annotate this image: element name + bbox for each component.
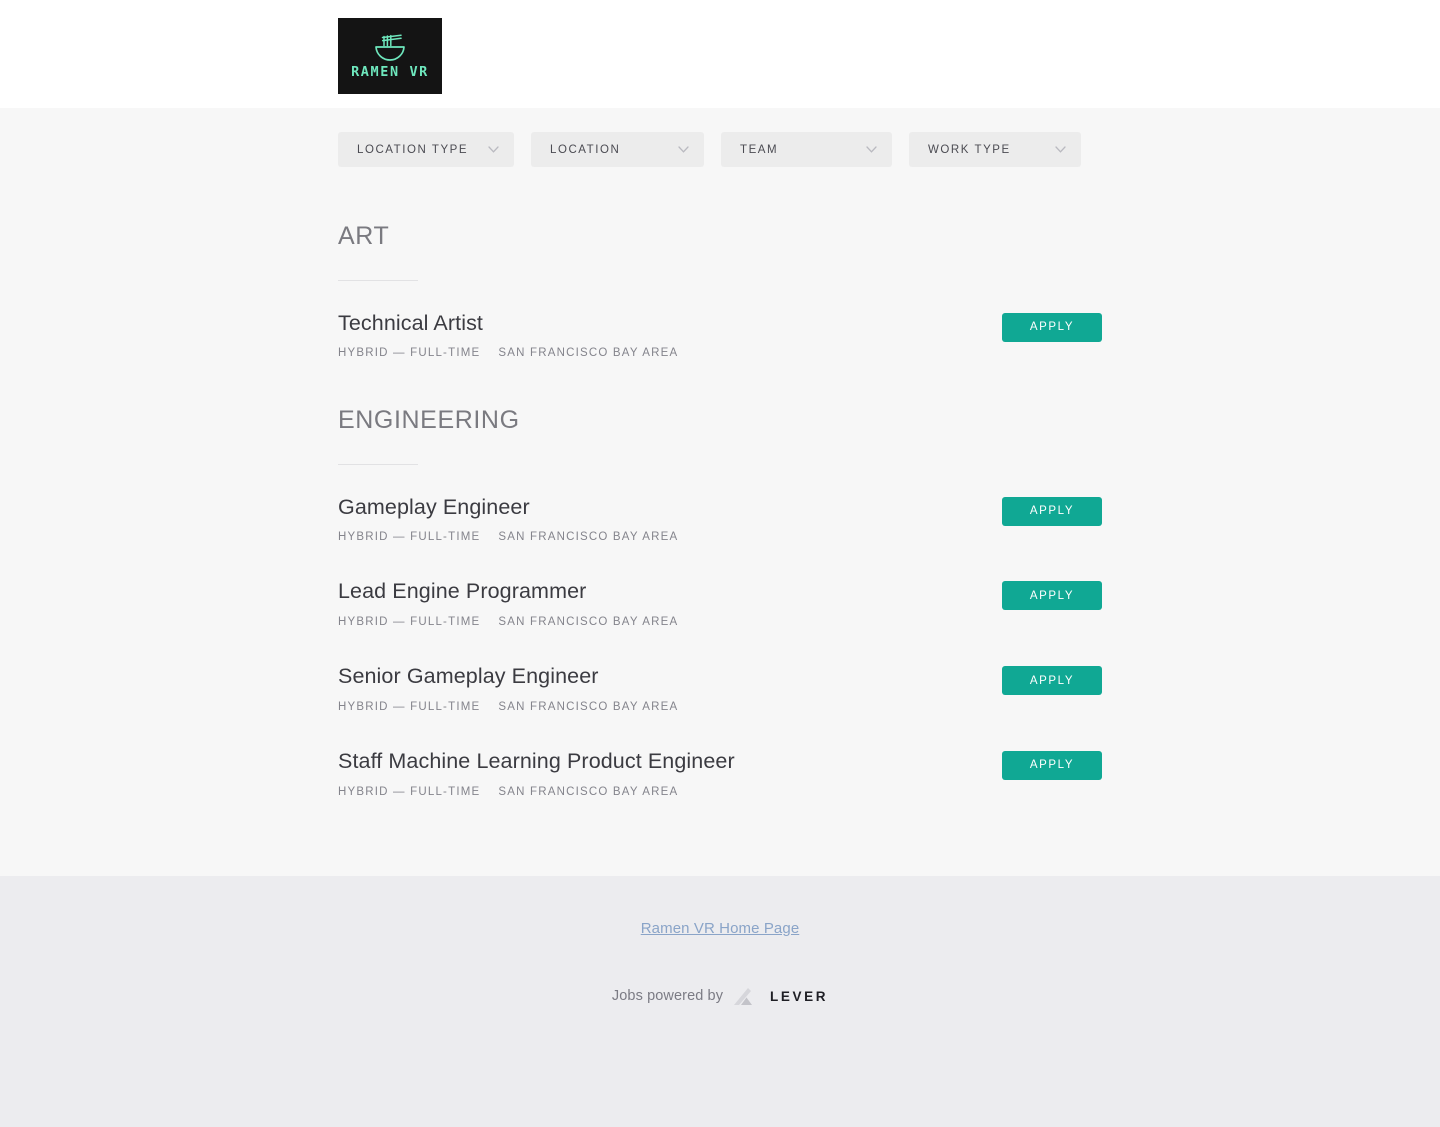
job-location: SAN FRANCISCO BAY AREA (498, 616, 679, 629)
filter-location[interactable]: LOCATION (531, 132, 704, 167)
job-title[interactable]: Senior Gameplay Engineer (338, 664, 678, 689)
ramen-vr-logo[interactable]: RAMEN VR (338, 18, 442, 94)
lever-wordmark: LEVER (770, 988, 829, 1004)
section-divider (338, 279, 418, 281)
job-row[interactable]: Staff Machine Learning Product Engineer … (338, 725, 1102, 810)
job-commitment: HYBRID — FULL-TIME (338, 531, 481, 544)
chevron-down-icon (678, 146, 689, 153)
filter-location-type-label: LOCATION TYPE (357, 143, 469, 156)
section-title-engineering: ENGINEERING (338, 406, 520, 435)
job-info: Technical Artist HYBRID — FULL-TIME SAN … (338, 309, 678, 360)
job-meta: HYBRID — FULL-TIME SAN FRANCISCO BAY ARE… (338, 616, 678, 628)
job-meta: HYBRID — FULL-TIME SAN FRANCISCO BAY ARE… (338, 347, 678, 359)
job-location: SAN FRANCISCO BAY AREA (498, 347, 679, 360)
job-row[interactable]: Gameplay Engineer HYBRID — FULL-TIME SAN… (338, 471, 1102, 556)
job-meta: HYBRID — FULL-TIME SAN FRANCISCO BAY ARE… (338, 701, 678, 713)
logo-wordmark: RAMEN VR (351, 63, 429, 80)
ramen-bowl-icon (372, 33, 408, 63)
job-row[interactable]: Technical Artist HYBRID — FULL-TIME SAN … (338, 287, 1102, 372)
powered-by-label: Jobs powered by (611, 988, 724, 1004)
filter-work-type[interactable]: WORK TYPE (909, 132, 1081, 167)
section-title-art: ART (338, 222, 390, 250)
filter-work-type-label: WORK TYPE (928, 143, 1011, 156)
filter-team[interactable]: TEAM (721, 132, 892, 167)
job-commitment: HYBRID — FULL-TIME (338, 785, 481, 798)
job-location: SAN FRANCISCO BAY AREA (498, 785, 679, 798)
job-commitment: HYBRID — FULL-TIME (338, 700, 481, 713)
job-title[interactable]: Lead Engine Programmer (338, 579, 678, 604)
job-info: Senior Gameplay Engineer HYBRID — FULL-T… (338, 662, 678, 713)
site-header: RAMEN VR (0, 0, 1440, 108)
apply-button[interactable]: APPLY (1002, 496, 1102, 526)
filter-location-label: LOCATION (550, 143, 621, 156)
job-title[interactable]: Gameplay Engineer (338, 495, 678, 520)
lever-logo-icon (732, 986, 758, 1008)
job-commitment: HYBRID — FULL-TIME (338, 616, 481, 629)
apply-button[interactable]: APPLY (1002, 312, 1102, 342)
chevron-down-icon (866, 146, 877, 153)
filter-team-label: TEAM (740, 143, 779, 156)
section-engineering: ENGINEERING Gameplay Engineer HYBRID — F… (338, 381, 1102, 809)
job-title[interactable]: Staff Machine Learning Product Engineer (338, 749, 735, 774)
job-commitment: HYBRID — FULL-TIME (338, 347, 481, 360)
filter-bar: LOCATION TYPE LOCATION TEAM WORK TYPE (338, 132, 1102, 167)
powered-by-lever: Jobs powered by LEVER (0, 984, 1440, 1008)
chevron-down-icon (1055, 146, 1066, 153)
job-location: SAN FRANCISCO BAY AREA (498, 700, 679, 713)
job-info: Gameplay Engineer HYBRID — FULL-TIME SAN… (338, 493, 678, 544)
job-row[interactable]: Senior Gameplay Engineer HYBRID — FULL-T… (338, 640, 1102, 725)
content-container: LOCATION TYPE LOCATION TEAM WORK TYPE AR… (338, 132, 1102, 810)
apply-button[interactable]: APPLY (1002, 581, 1102, 611)
home-page-link[interactable]: Ramen VR Home Page (641, 920, 800, 937)
job-location: SAN FRANCISCO BAY AREA (498, 531, 679, 544)
section-art: ART Technical Artist HYBRID — FULL-TIME … (338, 197, 1102, 371)
job-meta: HYBRID — FULL-TIME SAN FRANCISCO BAY ARE… (338, 786, 735, 798)
chevron-down-icon (488, 146, 499, 153)
apply-button[interactable]: APPLY (1002, 750, 1102, 780)
job-row[interactable]: Lead Engine Programmer HYBRID — FULL-TIM… (338, 555, 1102, 640)
job-info: Lead Engine Programmer HYBRID — FULL-TIM… (338, 577, 678, 628)
filter-location-type[interactable]: LOCATION TYPE (338, 132, 514, 167)
section-divider (338, 463, 418, 465)
apply-button[interactable]: APPLY (1002, 666, 1102, 696)
jobs-main: LOCATION TYPE LOCATION TEAM WORK TYPE AR… (0, 108, 1440, 876)
job-info: Staff Machine Learning Product Engineer … (338, 747, 735, 798)
job-title[interactable]: Technical Artist (338, 311, 678, 336)
job-meta: HYBRID — FULL-TIME SAN FRANCISCO BAY ARE… (338, 531, 678, 543)
site-footer: Ramen VR Home Page Jobs powered by LEVER (0, 876, 1440, 1127)
